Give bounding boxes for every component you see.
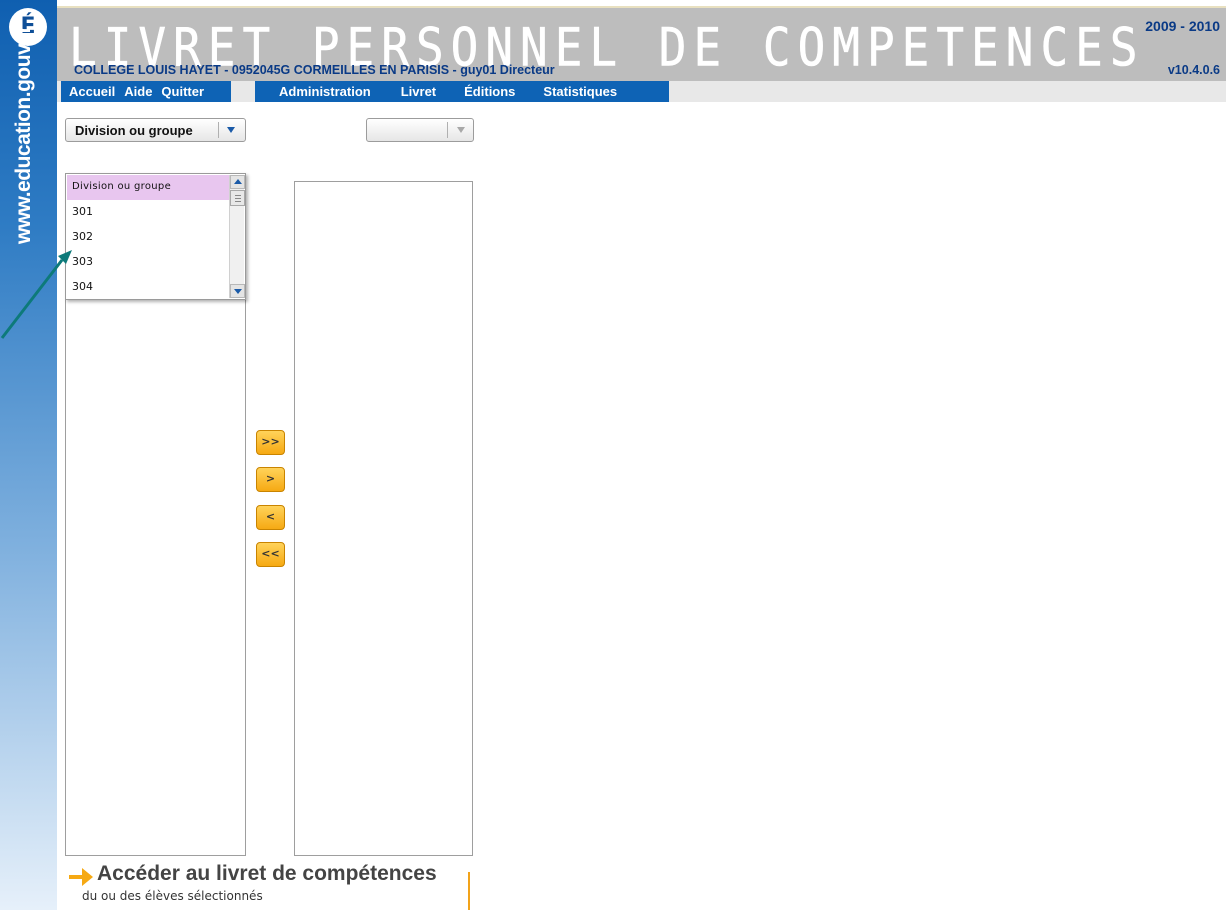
dropdown-option[interactable]: Division ou groupe [67, 175, 229, 200]
move-left-button[interactable]: < [256, 505, 285, 530]
side-banner: É www.education.gouv.fr [0, 0, 57, 910]
chevron-down-icon[interactable] [227, 127, 235, 133]
access-link-subtitle: du ou des élèves sélectionnés [82, 889, 263, 903]
dropdown-option[interactable]: 304 [67, 275, 229, 300]
student-select[interactable] [366, 118, 474, 142]
access-link-title: Accéder au livret de compétences [97, 862, 437, 885]
menu-item-statistiques[interactable]: Statistiques [543, 84, 617, 99]
divider [468, 872, 470, 910]
school-year: 2009 - 2010 [1145, 18, 1220, 34]
menu-group-general: Accueil Aide Quitter [61, 81, 231, 102]
scroll-down-icon[interactable] [230, 284, 245, 298]
menu-bar: Accueil Aide Quitter Administration Livr… [57, 81, 1226, 102]
move-all-right-button[interactable]: >> [256, 430, 285, 455]
division-select-value: Division ou groupe [75, 123, 193, 138]
access-livret-link[interactable]: Accéder au livret de compétences du ou d… [67, 862, 472, 910]
selected-students-list[interactable] [294, 181, 473, 856]
menu-item-aide[interactable]: Aide [124, 84, 152, 99]
menu-item-quitter[interactable]: Quitter [161, 84, 204, 99]
annotation-arrow-icon [0, 250, 72, 339]
menu-item-accueil[interactable]: Accueil [69, 84, 115, 99]
menu-item-administration[interactable]: Administration [279, 84, 371, 99]
chevron-down-icon[interactable] [457, 127, 465, 133]
app-header: LIVRET PERSONNEL DE COMPETENCES COLLEGE … [57, 6, 1226, 81]
menu-group-modules: Administration Livret Éditions Statistiq… [255, 81, 669, 102]
combo-separator [447, 122, 448, 138]
app-version: v10.4.0.6 [1167, 63, 1220, 77]
school-info: COLLEGE LOUIS HAYET - 0952045G CORMEILLE… [74, 63, 555, 77]
dropdown-scrollbar[interactable] [229, 175, 245, 298]
scroll-up-icon[interactable] [230, 175, 245, 189]
dropdown-option[interactable]: 302 [67, 225, 229, 250]
dropdown-option[interactable]: 303 [67, 250, 229, 275]
move-right-button[interactable]: > [256, 467, 285, 492]
menu-item-livret[interactable]: Livret [401, 84, 436, 99]
combo-separator [218, 122, 219, 138]
division-dropdown-list[interactable]: Division ou groupe 301 302 303 304 [65, 173, 246, 300]
dropdown-option[interactable]: 301 [67, 200, 229, 225]
move-all-left-button[interactable]: << [256, 542, 285, 567]
app-window: É www.education.gouv.fr LIVRET PERSONNEL… [0, 0, 1226, 910]
menu-item-editions[interactable]: Éditions [464, 84, 515, 99]
arrow-right-icon [69, 868, 93, 886]
side-url-text[interactable]: www.education.gouv.fr [12, 26, 36, 244]
scrollbar-thumb[interactable] [230, 190, 245, 206]
division-select[interactable]: Division ou groupe [65, 118, 246, 142]
